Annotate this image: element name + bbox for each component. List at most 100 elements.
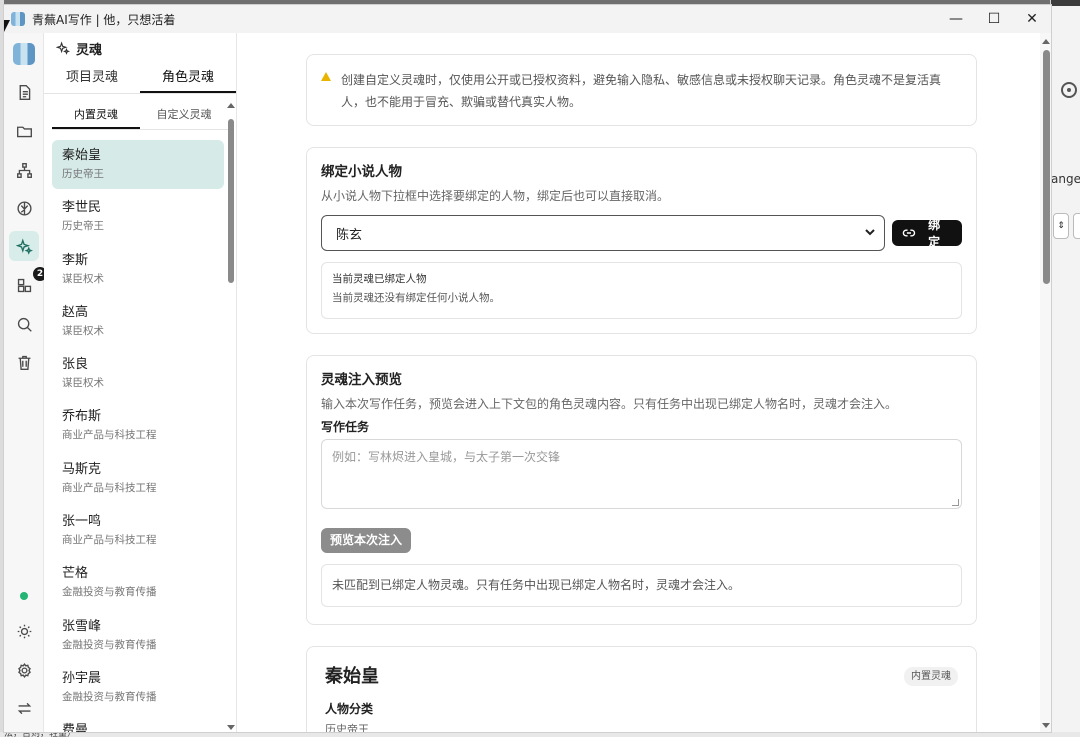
window-title: 青蕪AI写作 | 他，只想活着 — [32, 12, 176, 27]
soul-name: 张雪峰 — [62, 618, 102, 634]
swap-icon[interactable] — [9, 693, 39, 723]
soul-source-tabs: 内置灵魂 自定义灵魂 — [52, 101, 228, 130]
task-field-label: 写作任务 — [321, 420, 370, 434]
scroll-up-icon[interactable] — [1042, 39, 1050, 44]
search-icon[interactable] — [9, 309, 39, 339]
folder-icon[interactable] — [9, 116, 39, 146]
soul-name: 芒格 — [62, 566, 89, 582]
preview-result: 未匹配到已绑定人物灵魂。只有任务中出现已绑定人物名时，灵魂才会注入。 — [321, 564, 962, 607]
app-logo-icon[interactable] — [13, 43, 35, 65]
scroll-thumb[interactable] — [228, 119, 234, 283]
status-badge: 内置灵魂 — [904, 667, 958, 686]
scroll-down-icon[interactable] — [1042, 723, 1050, 728]
soul-name: 李世民 — [62, 200, 102, 216]
bind-character-card: 绑定小说人物 从小说人物下拉框中选择要绑定的人物，绑定后也可以直接取消。 陈玄 … — [306, 147, 977, 334]
main-content: 创建自定义灵魂时，仅使用公开或已授权资料，避免输入隐私、敏感信息或未授权聊天记录… — [238, 33, 1038, 733]
soul-name: 李斯 — [62, 252, 89, 268]
panel-title: 灵魂 — [76, 42, 103, 58]
background-target-icon — [1061, 82, 1077, 98]
soul-category: 谋臣权术 — [62, 324, 104, 337]
status-indicator — [20, 592, 28, 600]
list-item[interactable]: 张雪峰金融投资与教育传播 — [52, 611, 224, 660]
soul-name: 秦始皇 — [62, 148, 102, 163]
soul-category: 历史帝王 — [62, 168, 104, 180]
list-item[interactable]: 张良 谋臣权术 — [52, 349, 224, 398]
warning-icon — [321, 72, 331, 81]
chevron-down-icon — [864, 226, 876, 238]
section-title: 绑定小说人物 — [321, 164, 402, 180]
profile-section-value: 历史帝王 — [325, 723, 369, 733]
soul-category: 谋臣权术 — [62, 272, 104, 285]
list-item[interactable]: 芒格 金融投资与教育传播 — [52, 558, 224, 607]
tab-custom-soul[interactable]: 自定义灵魂 — [140, 101, 228, 129]
background-app-top-bar — [1051, 0, 1080, 6]
soul-name: 乔布斯 — [62, 409, 102, 425]
sparkles-icon — [56, 41, 70, 55]
soul-type-tabs: 项目灵魂 角色灵魂 — [44, 63, 236, 94]
list-item[interactable]: 秦始皇 历史帝王 — [52, 140, 224, 189]
window-controls: — ☐ ✕ — [937, 5, 1051, 33]
soul-name: 孙宇晨 — [62, 670, 102, 686]
background-app-text: anges — [1051, 172, 1080, 186]
background-field — [1073, 213, 1080, 239]
scroll-up-icon[interactable] — [227, 103, 235, 108]
soul-panel: 灵魂 项目灵魂 角色灵魂 内置灵魂 自定义灵魂 秦始皇 历史帝王 李世民 历史帝王 … — [44, 33, 237, 733]
resize-grip-icon[interactable] — [952, 499, 959, 506]
minimize-button[interactable]: — — [937, 5, 975, 33]
list-item[interactable]: 李斯 谋臣权术 — [52, 245, 224, 294]
sun-icon[interactable] — [9, 616, 39, 646]
sparkles-icon[interactable] — [9, 231, 39, 261]
selected-character: 陈玄 — [336, 227, 363, 243]
list-item[interactable]: 马斯克商业产品与科技工程 — [52, 454, 224, 503]
apps-icon[interactable]: 2 — [9, 267, 47, 300]
tab-character-soul[interactable]: 角色灵魂 — [140, 63, 236, 93]
document-icon[interactable] — [9, 77, 39, 107]
brain-icon[interactable] — [9, 193, 39, 223]
warning-card: 创建自定义灵魂时，仅使用公开或已授权资料，避免输入隐私、敏感信息或未授权聊天记录… — [306, 54, 977, 126]
list-item[interactable]: 张一鸣商业产品与科技工程 — [52, 506, 224, 555]
soul-category: 商业产品与科技工程 — [62, 534, 157, 547]
preview-injection-button[interactable]: 预览本次注入 — [321, 528, 412, 553]
close-button[interactable]: ✕ — [1013, 5, 1051, 33]
current-binding-empty: 当前灵魂还没有绑定任何小说人物。 — [332, 292, 500, 304]
bind-button-label: 绑定 — [928, 218, 941, 249]
character-select[interactable]: 陈玄 — [321, 215, 886, 251]
soul-category: 商业产品与科技工程 — [62, 481, 157, 494]
maximize-button[interactable]: ☐ — [975, 5, 1013, 33]
section-description: 输入本次写作任务，预览会进入上下文包的角色灵魂内容。只有任务中出现已绑定人物名时… — [321, 397, 898, 411]
list-item[interactable]: 费曼 — [52, 715, 224, 733]
warning-text: 创建自定义灵魂时，仅使用公开或已授权资料，避免输入隐私、敏感信息或未授权聊天记录… — [341, 73, 942, 109]
panel-scrollbar[interactable] — [227, 103, 235, 732]
trash-icon[interactable] — [9, 347, 39, 377]
current-binding-box: 当前灵魂已绑定人物 当前灵魂还没有绑定任何小说人物。 — [321, 262, 962, 319]
tab-project-soul[interactable]: 项目灵魂 — [44, 63, 140, 93]
list-item[interactable]: 李世民 历史帝王 — [52, 192, 224, 241]
scroll-thumb[interactable] — [1043, 50, 1050, 284]
main-scrollbar[interactable] — [1040, 33, 1051, 732]
soul-name: 马斯克 — [62, 461, 102, 477]
soul-profile-card: 秦始皇 内置灵魂 人物分类 历史帝王 — [306, 646, 977, 733]
profile-name: 秦始皇 — [325, 666, 379, 687]
soul-name: 费曼 — [62, 723, 89, 733]
current-binding-title: 当前灵魂已绑定人物 — [332, 273, 427, 285]
panel-header: 灵魂 — [44, 33, 236, 63]
soul-category: 金融投资与教育传播 — [62, 638, 157, 651]
section-description: 从小说人物下拉框中选择要绑定的人物，绑定后也可以直接取消。 — [321, 189, 670, 203]
list-item[interactable]: 赵高 谋臣权术 — [52, 297, 224, 346]
list-item[interactable]: 孙宇晨金融投资与教育传播 — [52, 663, 224, 712]
soul-category: 金融投资与教育传播 — [62, 690, 157, 703]
gear-icon[interactable] — [9, 655, 39, 685]
soul-list: 秦始皇 历史帝王 李世民 历史帝王 李斯 谋臣权术 赵高 谋臣权术 张良 谋臣权术 乔布斯… — [52, 140, 224, 733]
list-item[interactable]: 乔布斯 商业产品与科技工程 — [52, 401, 224, 450]
soul-name: 张一鸣 — [62, 514, 102, 530]
profile-section-title: 人物分类 — [325, 702, 374, 716]
bind-row: 陈玄 绑定 — [321, 215, 962, 251]
tab-builtin-soul[interactable]: 内置灵魂 — [52, 101, 140, 129]
hierarchy-icon[interactable] — [9, 155, 39, 185]
writing-task-input[interactable]: 例如：写林烬进入皇城，与太子第一次交锋 — [321, 439, 962, 509]
soul-category: 历史帝王 — [62, 220, 104, 233]
title-bar[interactable]: 青蕪AI写作 | 他，只想活着 — ☐ ✕ — [4, 5, 1051, 33]
scroll-down-icon[interactable] — [227, 725, 235, 730]
bind-button[interactable]: 绑定 — [892, 218, 962, 249]
section-title: 灵魂注入预览 — [321, 372, 402, 388]
